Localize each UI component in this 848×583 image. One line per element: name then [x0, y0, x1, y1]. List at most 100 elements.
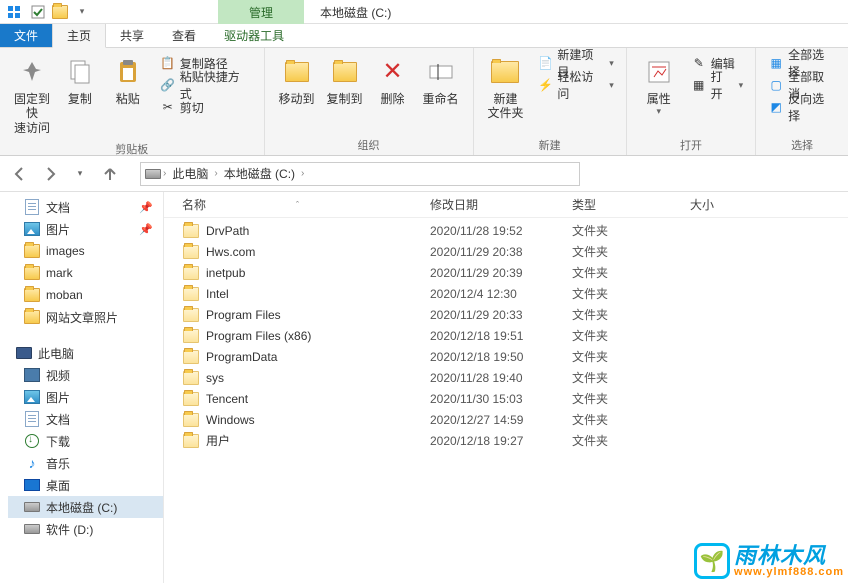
tab-drive-tools[interactable]: 驱动器工具 — [210, 24, 298, 47]
table-row[interactable]: Tencent2020/11/30 15:03文件夹 — [182, 388, 848, 409]
qat-dropdown-icon[interactable]: ▾ — [72, 2, 92, 22]
ribbon-tabs: 文件 主页 共享 查看 驱动器工具 — [0, 24, 848, 48]
edit-icon: ✎ — [691, 55, 707, 71]
forward-button[interactable] — [38, 162, 62, 186]
file-type: 文件夹 — [572, 264, 690, 281]
file-type: 文件夹 — [572, 285, 690, 302]
recent-dropdown-icon[interactable]: ▾ — [68, 162, 92, 186]
paste-button[interactable]: 粘贴 — [104, 52, 152, 110]
table-row[interactable]: sys2020/11/28 19:40文件夹 — [182, 367, 848, 388]
sidebar-item[interactable]: 图片 — [8, 386, 163, 408]
sidebar-item[interactable]: 文档📌 — [8, 196, 163, 218]
back-button[interactable] — [8, 162, 32, 186]
sidebar-item[interactable]: 视频 — [8, 364, 163, 386]
watermark-logo-icon: 🌱 — [694, 543, 730, 579]
chevron-right-icon[interactable]: › — [163, 168, 166, 179]
tab-home[interactable]: 主页 — [52, 24, 106, 48]
pic-icon — [24, 221, 40, 237]
title-bar: ▾ 管理 本地磁盘 (C:) — [0, 0, 848, 24]
move-to-button[interactable]: 移动到 — [273, 52, 321, 110]
folder-icon — [182, 327, 200, 345]
ribbon-group-clipboard: 固定到快 速访问 复制 粘贴 📋复制路径 🔗粘贴快捷方式 ✂剪切 剪贴板 — [0, 48, 265, 155]
table-row[interactable]: Program Files2020/11/29 20:33文件夹 — [182, 304, 848, 325]
sidebar-item-label: 软件 (D:) — [46, 521, 93, 538]
doc-icon — [24, 411, 40, 427]
breadcrumb-drive[interactable]: 本地磁盘 (C:) — [220, 165, 299, 182]
ribbon: 固定到快 速访问 复制 粘贴 📋复制路径 🔗粘贴快捷方式 ✂剪切 剪贴板 移动到… — [0, 48, 848, 156]
scissors-icon: ✂ — [160, 99, 176, 115]
folder-icon — [24, 265, 40, 281]
table-row[interactable]: inetpub2020/11/29 20:39文件夹 — [182, 262, 848, 283]
shortcut-icon: 🔗 — [160, 77, 176, 93]
pin-to-quick-access-button[interactable]: 固定到快 速访问 — [8, 52, 56, 139]
sidebar-this-pc[interactable]: 此电脑 — [8, 342, 163, 364]
navigation-pane: 文档📌图片📌imagesmarkmoban 网站文章照片此电脑视频图片文档下载♪音… — [0, 192, 164, 583]
tab-file[interactable]: 文件 — [0, 24, 52, 47]
properties-button[interactable]: 属性▾ — [635, 52, 683, 121]
qat-folder-icon[interactable] — [50, 2, 70, 22]
paste-shortcut-button[interactable]: 🔗粘贴快捷方式 — [156, 74, 256, 96]
breadcrumb-pc[interactable]: 此电脑 — [168, 165, 212, 182]
sidebar-item[interactable]: mark — [8, 262, 163, 284]
video-icon — [24, 367, 40, 383]
open-button[interactable]: ▦打开▾ — [687, 74, 747, 96]
sidebar-item-label: 本地磁盘 (C:) — [46, 499, 117, 516]
sidebar-item[interactable]: ♪音乐 — [8, 452, 163, 474]
column-name[interactable]: 名称ˆ — [182, 196, 430, 213]
copy-button[interactable]: 复制 — [56, 52, 104, 110]
tab-view[interactable]: 查看 — [158, 24, 210, 47]
group-label-new: 新建 — [482, 135, 618, 153]
down-icon — [24, 433, 40, 449]
sidebar-item[interactable]: moban — [8, 284, 163, 306]
file-date: 2020/11/28 19:52 — [430, 224, 572, 238]
column-date[interactable]: 修改日期 — [430, 196, 572, 213]
table-row[interactable]: Hws.com2020/11/29 20:38文件夹 — [182, 241, 848, 262]
sidebar-item[interactable]: 软件 (D:) — [8, 518, 163, 540]
move-icon — [281, 56, 313, 88]
up-button[interactable] — [98, 162, 122, 186]
sidebar-item[interactable]: images — [8, 240, 163, 262]
rename-button[interactable]: 重命名 — [417, 52, 465, 110]
chevron-right-icon[interactable]: › — [301, 168, 304, 179]
invert-selection-button[interactable]: ◩反向选择 — [764, 96, 840, 118]
main-area: 文档📌图片📌imagesmarkmoban 网站文章照片此电脑视频图片文档下载♪音… — [0, 192, 848, 583]
copy-to-button[interactable]: 复制到 — [321, 52, 369, 110]
file-type: 文件夹 — [572, 348, 690, 365]
rename-icon — [425, 56, 457, 88]
tab-share[interactable]: 共享 — [106, 24, 158, 47]
sidebar-item[interactable]: 桌面 — [8, 474, 163, 496]
table-row[interactable]: Program Files (x86)2020/12/18 19:51文件夹 — [182, 325, 848, 346]
qat-checkbox-icon[interactable] — [28, 2, 48, 22]
paste-icon — [112, 56, 144, 88]
easy-access-button[interactable]: ⚡轻松访问▾ — [533, 74, 617, 96]
folder-icon — [24, 243, 40, 259]
new-folder-button[interactable]: 新建 文件夹 — [482, 52, 530, 125]
select-none-icon: ▢ — [768, 77, 784, 93]
table-row[interactable]: DrvPath2020/11/28 19:52文件夹 — [182, 220, 848, 241]
file-type: 文件夹 — [572, 327, 690, 344]
table-row[interactable]: Intel2020/12/4 12:30文件夹 — [182, 283, 848, 304]
sidebar-item[interactable]: 下载 — [8, 430, 163, 452]
file-type: 文件夹 — [572, 369, 690, 386]
sidebar-item-label: 桌面 — [46, 477, 70, 494]
table-row[interactable]: Windows2020/12/27 14:59文件夹 — [182, 409, 848, 430]
column-size[interactable]: 大小 — [690, 196, 770, 213]
table-row[interactable]: ProgramData2020/12/18 19:50文件夹 — [182, 346, 848, 367]
sidebar-item[interactable]: 文档 — [8, 408, 163, 430]
system-menu-icon[interactable] — [4, 2, 24, 22]
file-date: 2020/11/28 19:40 — [430, 371, 572, 385]
cut-button[interactable]: ✂剪切 — [156, 96, 256, 118]
delete-button[interactable]: ✕删除 — [369, 52, 417, 110]
sidebar-item-label: 此电脑 — [38, 345, 74, 362]
column-type[interactable]: 类型 — [572, 196, 690, 213]
drive-icon — [145, 169, 161, 179]
chevron-right-icon[interactable]: › — [214, 168, 217, 179]
sidebar-item-label: 网站文章照片 — [46, 309, 118, 326]
folder-icon — [182, 432, 200, 450]
table-row[interactable]: 用户2020/12/18 19:27文件夹 — [182, 430, 848, 451]
sidebar-item[interactable]: 本地磁盘 (C:) — [8, 496, 163, 518]
pin-icon — [16, 56, 48, 88]
sidebar-item[interactable]: 图片📌 — [8, 218, 163, 240]
address-bar[interactable]: › 此电脑 › 本地磁盘 (C:) › — [140, 162, 580, 186]
sidebar-item[interactable]: 网站文章照片 — [8, 306, 163, 328]
